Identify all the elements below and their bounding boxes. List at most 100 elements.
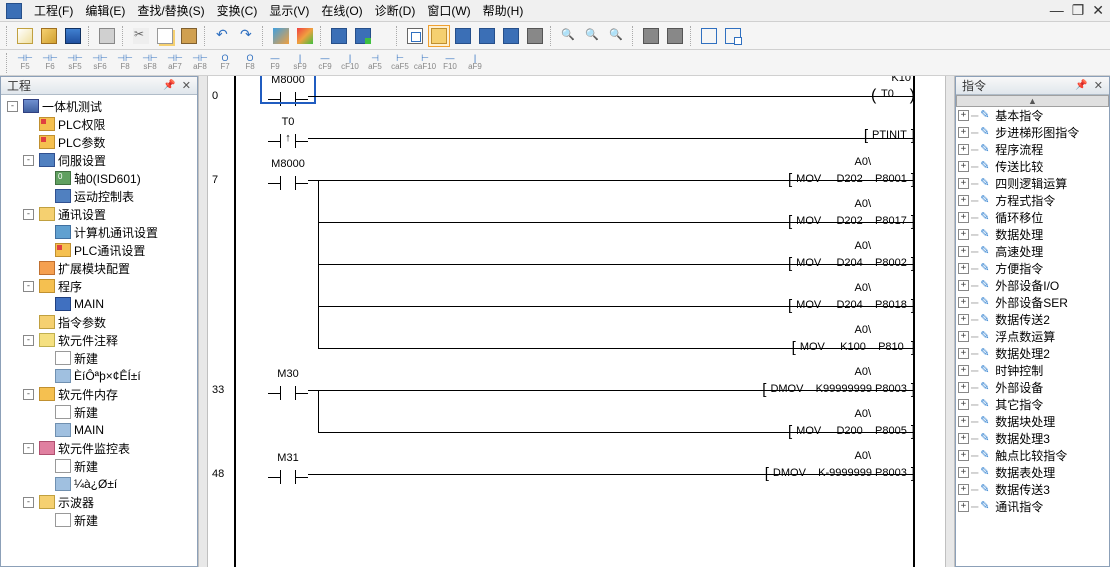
mon-b-button[interactable] [476, 25, 498, 47]
tree-node[interactable]: 扩展模块配置 [3, 259, 195, 277]
ld-button[interactable] [404, 25, 426, 47]
expand-icon[interactable]: + [958, 348, 969, 359]
contact[interactable]: M8000 [268, 170, 308, 190]
function-block[interactable]: A0\[DMOV K99999999 P8003] [762, 378, 915, 400]
fn-cF9[interactable]: —cF9 [313, 52, 337, 74]
command-item[interactable]: +─外部设备SER [956, 294, 1109, 311]
expand-icon[interactable]: + [958, 110, 969, 121]
command-item[interactable]: +─传送比较 [956, 158, 1109, 175]
splitter-right[interactable] [945, 76, 955, 567]
tree-node[interactable]: 计算机通讯设置 [3, 223, 195, 241]
tree-node[interactable]: -软元件注释 [3, 331, 195, 349]
tree-node[interactable]: 指令参数 [3, 313, 195, 331]
fn-sF9[interactable]: |sF9 [288, 52, 312, 74]
menu-help[interactable]: 帮助(H) [483, 2, 524, 19]
expand-icon[interactable]: + [958, 382, 969, 393]
tool-b-button[interactable] [664, 25, 686, 47]
command-item[interactable]: +─数据表处理 [956, 464, 1109, 481]
menu-diagnose[interactable]: 诊断(D) [375, 2, 416, 19]
monitor1-button[interactable] [328, 25, 350, 47]
tree-node[interactable]: 新建 [3, 349, 195, 367]
function-block[interactable]: A0\[MOV D200 P8005] [788, 420, 915, 442]
tree-toggle[interactable]: - [23, 335, 34, 346]
command-item[interactable]: +─数据处理2 [956, 345, 1109, 362]
new-button[interactable] [14, 25, 36, 47]
fn-caF5[interactable]: ⊢caF5 [388, 52, 412, 74]
command-item[interactable]: +─外部设备I/O [956, 277, 1109, 294]
expand-icon[interactable]: + [958, 399, 969, 410]
fn-F9[interactable]: —F9 [263, 52, 287, 74]
command-item[interactable]: +─时钟控制 [956, 362, 1109, 379]
command-item[interactable]: +─步进梯形图指令 [956, 124, 1109, 141]
menu-find[interactable]: 查找/替换(S) [137, 2, 204, 19]
tree-node[interactable]: MAIN [3, 295, 195, 313]
tree-node[interactable]: 运动控制表 [3, 187, 195, 205]
tree-toggle[interactable]: - [23, 281, 34, 292]
ladder-editor[interactable]: 0M8000K10(T0)T0↑[PTINIT]7M8000A0\[MOV D2… [208, 76, 945, 567]
mon-a-button[interactable] [452, 25, 474, 47]
fn-sF8[interactable]: ⊣⊢sF8 [138, 52, 162, 74]
tree-node[interactable]: -软元件内存 [3, 385, 195, 403]
command-item[interactable]: +─循环移位 [956, 209, 1109, 226]
print-button[interactable] [96, 25, 118, 47]
tree-node[interactable]: -伺服设置 [3, 151, 195, 169]
command-item[interactable]: +─数据处理3 [956, 430, 1109, 447]
paste-button[interactable] [178, 25, 200, 47]
pin-icon[interactable]: 📌 [1075, 80, 1087, 91]
minimize-button[interactable]: — [1050, 2, 1064, 19]
tree-node[interactable]: PLC通讯设置 [3, 241, 195, 259]
command-list[interactable]: +─基本指令+─步进梯形图指令+─程序流程+─传送比较+─四则逻辑运算+─方程式… [956, 107, 1109, 566]
win1-button[interactable] [698, 25, 720, 47]
fn-cF10[interactable]: |cF10 [338, 52, 362, 74]
fn-aF9[interactable]: |aF9 [463, 52, 487, 74]
contact[interactable]: M30 [268, 380, 308, 400]
function-block[interactable]: [PTINIT] [864, 124, 915, 146]
menu-window[interactable]: 窗口(W) [427, 2, 470, 19]
copy-button[interactable] [154, 25, 176, 47]
zoom1-button[interactable] [558, 25, 580, 47]
expand-icon[interactable]: + [958, 331, 969, 342]
tree-node[interactable]: 新建 [3, 511, 195, 529]
menu-edit[interactable]: 编辑(E) [85, 2, 125, 19]
command-item[interactable]: +─四则逻辑运算 [956, 175, 1109, 192]
command-item[interactable]: +─高速处理 [956, 243, 1109, 260]
pin-icon[interactable]: 📌 [163, 80, 175, 91]
command-item[interactable]: +─数据传送2 [956, 311, 1109, 328]
tool-a-button[interactable] [640, 25, 662, 47]
expand-icon[interactable]: + [958, 484, 969, 495]
tree-node[interactable]: ¼à¿Ø±í [3, 475, 195, 493]
fn-aF5[interactable]: ⊣aF5 [363, 52, 387, 74]
tree-node[interactable]: 新建 [3, 403, 195, 421]
expand-icon[interactable]: + [958, 280, 969, 291]
save-button[interactable] [62, 25, 84, 47]
close-button[interactable]: ✕ [1092, 2, 1104, 19]
fn-F7[interactable]: OF7 [213, 52, 237, 74]
expand-icon[interactable]: + [958, 246, 969, 257]
tree-node[interactable]: MAIN [3, 421, 195, 439]
tree-node[interactable]: -程序 [3, 277, 195, 295]
fn-F8[interactable]: ⊣⊢F8 [113, 52, 137, 74]
redo-button[interactable] [236, 25, 258, 47]
tree-node[interactable]: -软元件监控表 [3, 439, 195, 457]
tree-node[interactable]: 轴0(ISD601) [3, 169, 195, 187]
fn-aF7[interactable]: ⊣⊢aF7 [163, 52, 187, 74]
menu-convert[interactable]: 变换(C) [217, 2, 258, 19]
fn-sF6[interactable]: ⊣⊢sF6 [88, 52, 112, 74]
function-block[interactable]: A0\[MOV D202 P8001] [788, 168, 915, 190]
monitor2-button[interactable] [352, 25, 374, 47]
tree-toggle[interactable]: - [23, 209, 34, 220]
menu-online[interactable]: 在线(O) [321, 2, 362, 19]
function-block[interactable]: A0\[MOV D204 P8018] [788, 294, 915, 316]
fn-F6[interactable]: ⊣⊢F6 [38, 52, 62, 74]
tree-toggle[interactable]: - [7, 101, 18, 112]
expand-icon[interactable]: + [958, 365, 969, 376]
tree-toggle[interactable]: - [23, 443, 34, 454]
command-item[interactable]: +─通讯指令 [956, 498, 1109, 515]
splitter-left[interactable] [198, 76, 208, 567]
fn-sF5[interactable]: ⊣⊢sF5 [63, 52, 87, 74]
restore-button[interactable]: ❐ [1072, 2, 1085, 19]
function-block[interactable]: A0\[MOV D202 P8017] [788, 210, 915, 232]
tree-toggle[interactable]: - [23, 497, 34, 508]
command-item[interactable]: +─其它指令 [956, 396, 1109, 413]
theme2-button[interactable] [294, 25, 316, 47]
